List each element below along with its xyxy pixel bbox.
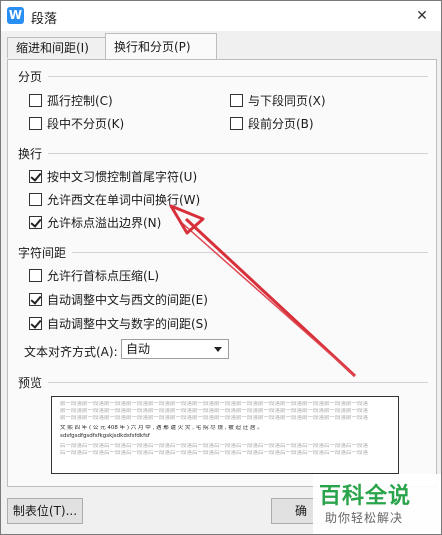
tab-line-page-breaks[interactable]: 换行和分页(P) xyxy=(105,33,217,59)
annotation-arrow xyxy=(169,204,357,378)
watermark-sub-text: 助你轻松解决 xyxy=(325,511,404,525)
watermark-logo: 百科全说 助你轻松解决 xyxy=(313,474,441,534)
paragraph-dialog: W 段落 ✕ 缩进和间距(I) 换行和分页(P) 分页 孤行控制(C) 与下段同… xyxy=(0,0,442,535)
watermark-main-text: 百科全说 xyxy=(319,484,412,509)
